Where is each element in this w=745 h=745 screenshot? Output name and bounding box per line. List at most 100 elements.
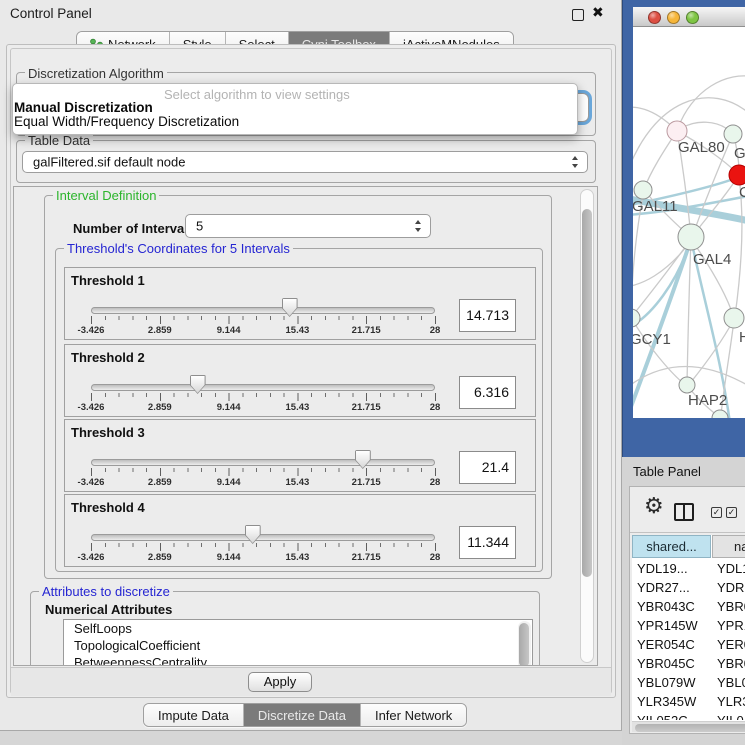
desktop: Control Panel ✖ NetworkStyleSelectCyni T… [0, 0, 745, 745]
threshold-slider-track[interactable] [91, 459, 435, 466]
network-edge[interactable] [687, 239, 691, 383]
table-row[interactable]: YBR043C YBR0 [632, 597, 745, 616]
threshold-value-field[interactable]: 21.4 [459, 451, 516, 484]
network-edge-highlighted[interactable] [633, 241, 690, 329]
threshold-row: Threshold 4 -3.4262.8599.14415.4321.7152… [64, 494, 536, 567]
network-node[interactable] [724, 308, 744, 328]
algorithm-option[interactable]: Equal Width/Frequency Discretization [14, 114, 239, 129]
network-node[interactable] [667, 121, 687, 141]
attribute-item[interactable]: TopologicalCoefficient [64, 637, 532, 654]
network-window-titlebar[interactable] [633, 7, 745, 27]
gear-icon[interactable]: ⚙ [644, 493, 664, 519]
settings-scrollbar[interactable] [580, 189, 594, 663]
scale-label: -3.426 [78, 325, 105, 336]
scale-label: 21.715 [352, 552, 381, 563]
table-body: YDL19... YDL1 YDR27...YDR2 YBR043C YBR0 YPR14… [632, 559, 745, 720]
table-data-combobox[interactable]: galFiltered.sif default node [22, 151, 588, 173]
cell-name: YDL1 [717, 561, 745, 576]
scale-label: 9.144 [217, 552, 241, 563]
column-header-shared-name[interactable]: shared... [632, 535, 711, 558]
network-window: GAL80GACGAL11GAL4GCY1HHAP2 [622, 0, 745, 457]
numerical-attributes-label: Numerical Attributes [45, 602, 172, 617]
threshold-slider-track[interactable] [91, 307, 435, 314]
number-of-intervals-combobox[interactable]: 5 [185, 214, 431, 238]
cell-shared-name: YIL052C [637, 713, 688, 720]
slider-major-ticks [91, 393, 436, 401]
cell-shared-name: YER054C [637, 637, 695, 652]
spinner-arrows-icon [572, 156, 579, 168]
threshold-value-field[interactable]: 14.713 [459, 299, 516, 332]
threshold-slider-thumb[interactable] [355, 450, 371, 469]
column-browser-icon[interactable] [674, 503, 694, 521]
minimize-traffic-button[interactable] [667, 11, 680, 24]
attributes-scrollbar[interactable] [518, 621, 531, 666]
threshold-slider-thumb[interactable] [282, 298, 298, 317]
network-node[interactable] [634, 181, 652, 199]
cell-shared-name: YBR043C [637, 599, 695, 614]
number-of-intervals-label: Number of Intervals [73, 221, 195, 236]
numerical-attributes-list[interactable]: SelfLoopsTopologicalCoefficientBetweenne… [63, 619, 533, 666]
threshold-slider-track[interactable] [91, 384, 435, 391]
table-row[interactable]: YER054C YER0 [632, 635, 745, 654]
attribute-item[interactable]: SelfLoops [64, 620, 532, 637]
scale-label: 28 [430, 402, 441, 413]
threshold-slider-thumb[interactable] [190, 375, 206, 394]
network-node-label: GAL80 [678, 139, 725, 156]
slider-major-ticks [91, 543, 436, 551]
network-node-label: HAP2 [688, 392, 727, 409]
network-node[interactable] [633, 309, 640, 327]
table-row[interactable]: YBL079W YBL0 [632, 673, 745, 692]
threshold-slider-thumb[interactable] [245, 525, 261, 544]
threshold-row: Threshold 2 -3.4262.8599.14415.4321.7152… [64, 344, 536, 417]
tab-impute-data[interactable]: Impute Data [144, 704, 244, 726]
table-horizontal-scrollbar[interactable] [632, 721, 745, 732]
threshold-slider-track[interactable] [91, 534, 435, 541]
scale-label: 28 [430, 477, 441, 488]
tab-infer-network[interactable]: Infer Network [361, 704, 466, 726]
table-row[interactable]: YIL052CYIL0 [632, 711, 745, 720]
table-row[interactable]: YDL19... YDL1 [632, 559, 745, 578]
attribute-item[interactable]: BetweennessCentrality [64, 654, 532, 666]
threshold-value-field[interactable]: 6.316 [459, 376, 516, 409]
interval-definition-label: Interval Definition [53, 188, 159, 203]
cell-shared-name: YBL079W [637, 675, 696, 690]
table-data-label: Table Data [25, 133, 93, 148]
threshold-value-field[interactable]: 11.344 [459, 526, 516, 559]
checkbox-icon[interactable]: ✓ [726, 507, 737, 518]
tab-discretize-data[interactable]: Discretize Data [244, 704, 361, 726]
network-node[interactable] [679, 377, 695, 393]
network-node-label: GAL11 [633, 198, 678, 215]
apply-button[interactable]: Apply [248, 672, 312, 692]
network-canvas[interactable]: GAL80GACGAL11GAL4GCY1HHAP2 [633, 27, 745, 418]
scale-label: 15.43 [286, 552, 310, 563]
table-row[interactable]: YPR145WYPR1 [632, 616, 745, 635]
threshold-row: Threshold 3 -3.4262.8599.14415.4321.7152… [64, 419, 536, 492]
network-node[interactable] [724, 125, 742, 143]
table-row[interactable]: YDR27...YDR2 [632, 578, 745, 597]
checkbox-icon[interactable]: ✓ [711, 507, 722, 518]
close-icon[interactable]: ✖ [592, 4, 604, 21]
scale-label: 2.859 [148, 477, 172, 488]
close-traffic-button[interactable] [648, 11, 661, 24]
cell-name: YER0 [717, 637, 745, 652]
scale-label: 9.144 [217, 325, 241, 336]
table-data-value: galFiltered.sif default node [33, 155, 185, 170]
network-node[interactable] [678, 224, 704, 250]
network-edge[interactable] [633, 239, 691, 315]
thresholds-group-label: Threshold's Coordinates for 5 Intervals [64, 241, 293, 256]
table-row[interactable]: YLR345WYLR3 [632, 692, 745, 711]
float-window-icon[interactable] [572, 9, 584, 21]
maximize-traffic-button[interactable] [686, 11, 699, 24]
network-node[interactable] [712, 410, 728, 418]
network-node[interactable] [729, 165, 745, 185]
algorithm-option[interactable]: Manual Discretization [14, 100, 153, 115]
cell-name: YBR0 [717, 599, 745, 614]
scale-label: 21.715 [352, 325, 381, 336]
settings-scroll-area: Interval Definition Number of Intervals … [13, 186, 598, 666]
cell-name: YBL0 [717, 675, 745, 690]
column-header-name[interactable]: na [712, 535, 745, 558]
algorithm-hint-item[interactable]: Select algorithm to view settings [164, 87, 350, 102]
cell-shared-name: YDL19... [637, 561, 688, 576]
scale-label: -3.426 [78, 552, 105, 563]
table-row[interactable]: YBR045CYBR0 [632, 654, 745, 673]
